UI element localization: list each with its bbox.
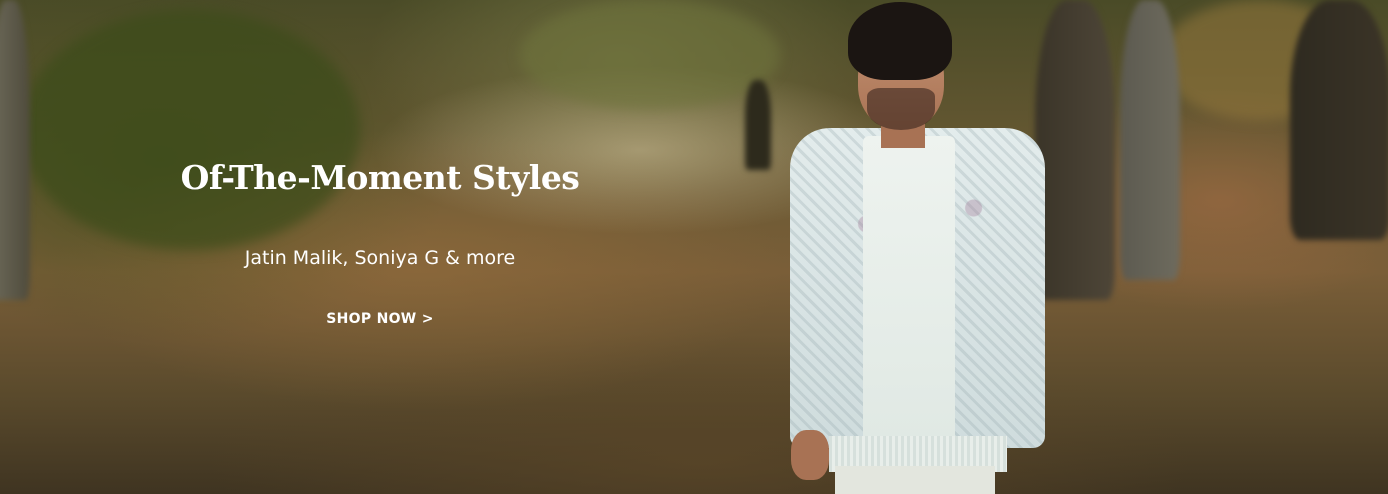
model-beard (867, 88, 935, 130)
shop-now-link[interactable]: SHOP NOW > (280, 311, 480, 327)
model-photo (785, 0, 1055, 494)
background-tree (1120, 0, 1180, 280)
banner-designers: Jatin Malik, Soniya G & more (244, 247, 516, 269)
background-tree (745, 80, 771, 170)
kurta (863, 136, 955, 466)
model-hand (791, 430, 829, 480)
model-hair (848, 2, 952, 80)
background-foliage (520, 0, 780, 110)
hero-banner[interactable]: Of-The-Moment Styles Jatin Malik, Soniya… (0, 0, 1388, 494)
background-tree (0, 0, 30, 300)
trousers (835, 466, 995, 494)
background-tree (1290, 0, 1388, 240)
background-foliage (20, 10, 360, 250)
banner-headline: Of-The-Moment Styles (180, 158, 580, 197)
